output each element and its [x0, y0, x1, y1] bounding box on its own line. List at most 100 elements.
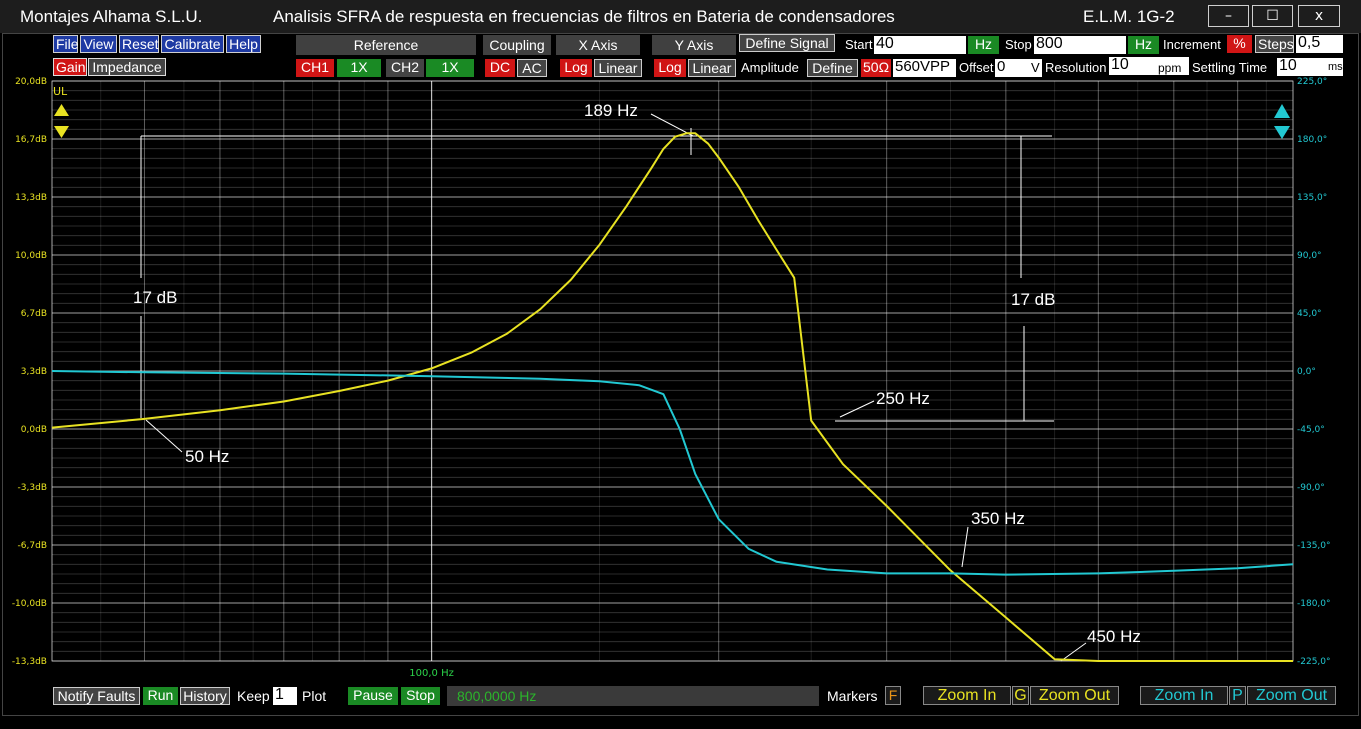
resolution-unit: ppm: [1158, 61, 1182, 75]
define-signal-button[interactable]: Define Signal: [739, 34, 835, 52]
ac-coupling-button[interactable]: AC: [517, 59, 547, 77]
dc-coupling-button[interactable]: DC: [485, 59, 515, 77]
ch1-button[interactable]: CH1: [296, 59, 334, 77]
ch2-multiplier[interactable]: 1X: [426, 59, 474, 77]
phase-tick-label: -90,0°: [1297, 483, 1325, 493]
increment-label: Increment: [1163, 37, 1221, 52]
gain-tick-label: -10,0dB: [12, 599, 47, 609]
phase-zoom-out-button[interactable]: Zoom Out: [1247, 686, 1336, 705]
notify-faults-button[interactable]: Notify Faults: [53, 687, 140, 705]
window-title: Analisis SFRA de respuesta en frecuencia…: [273, 7, 895, 26]
markers-label: Markers: [827, 688, 878, 704]
x-log-button[interactable]: Log: [560, 59, 592, 77]
ul-label: UL: [53, 85, 68, 98]
gain-zoom-out-button[interactable]: Zoom Out: [1030, 686, 1119, 705]
f350-leader: [961, 526, 969, 568]
x-linear-button[interactable]: Linear: [594, 59, 642, 77]
annotation-db-right: 17 dB: [1011, 290, 1055, 309]
phase-tick-label: -180,0°: [1297, 599, 1331, 609]
y-axis-label: Y Axis: [652, 35, 736, 55]
y-linear-button[interactable]: Linear: [688, 59, 736, 77]
reset-button[interactable]: Reset: [119, 35, 159, 53]
gain-marker-down-icon: [54, 126, 69, 138]
view-menu[interactable]: View: [80, 35, 117, 53]
settling-time-label: Settling Time: [1192, 60, 1268, 75]
file-menu[interactable]: File: [53, 35, 79, 53]
gain-curve: [51, 132, 1293, 662]
phase-axis-toggle[interactable]: P: [1229, 686, 1246, 705]
ch1-multiplier[interactable]: 1X: [337, 59, 381, 77]
phase-marker-up-icon: [1274, 104, 1290, 118]
amplitude-input[interactable]: 560VPP: [893, 59, 956, 77]
pause-button[interactable]: Pause: [348, 687, 398, 705]
f250-leader: [839, 400, 875, 418]
stop-unit[interactable]: Hz: [1128, 36, 1159, 54]
increment-unit-button[interactable]: %: [1227, 35, 1252, 53]
coupling-label: Coupling: [483, 35, 551, 55]
amplitude-label: Amplitude: [741, 60, 799, 75]
gain-button[interactable]: Gain: [53, 58, 87, 76]
offset-unit: V: [1031, 60, 1040, 75]
gain-tick-label: 0,0dB: [21, 425, 47, 435]
company-name: Montajes Alhama S.L.U.: [20, 7, 203, 26]
impedance-50-ohm-button[interactable]: 50Ω: [861, 59, 891, 77]
plot-label: Plot: [302, 688, 327, 704]
start-input[interactable]: 40: [874, 36, 966, 54]
gain-tick-label: 20,0dB: [15, 77, 47, 87]
gain-tick-label: 10,0dB: [15, 251, 47, 261]
gain-tick-label: 6,7dB: [21, 309, 47, 319]
f50-leader: [145, 419, 183, 453]
steps-input[interactable]: 0,5: [1296, 35, 1343, 53]
close-button[interactable]: x: [1298, 5, 1340, 27]
offset-label: Offset: [959, 60, 994, 75]
start-unit[interactable]: Hz: [968, 36, 999, 54]
gain-axis-toggle[interactable]: G: [1012, 686, 1029, 705]
resolution-label: Resolution: [1045, 60, 1107, 75]
phase-marker-down-icon: [1274, 126, 1290, 139]
stop-button[interactable]: Stop: [401, 687, 440, 705]
define-amplitude-button[interactable]: Define: [807, 59, 858, 77]
gain-tick-label: 16,7dB: [15, 135, 47, 145]
phase-zoom-in-button[interactable]: Zoom In: [1140, 686, 1228, 705]
markers-toggle[interactable]: F: [885, 686, 901, 705]
phase-tick-label: 90,0°: [1297, 251, 1322, 261]
phase-tick-label: 135,0°: [1297, 193, 1327, 203]
ch2-button[interactable]: CH2: [386, 59, 424, 77]
keep-label: Keep: [237, 688, 270, 704]
maximize-button[interactable]: ☐: [1252, 5, 1293, 27]
history-button[interactable]: History: [180, 687, 230, 705]
phase-curve: [51, 370, 1294, 576]
annotation-250hz: 250 Hz: [876, 389, 930, 408]
gain-tick-label: -3,3dB: [18, 483, 47, 493]
phase-tick-label: -45,0°: [1297, 425, 1325, 435]
gain-zoom-in-button[interactable]: Zoom In: [923, 686, 1011, 705]
stop-input[interactable]: 800: [1034, 36, 1126, 54]
stop-label: Stop: [1005, 37, 1032, 52]
start-label: Start: [845, 37, 873, 52]
x-axis-label: X Axis: [556, 35, 640, 55]
f450-leader: [1060, 642, 1087, 662]
calibrate-button[interactable]: Calibrate: [161, 35, 224, 53]
title-bar: Montajes Alhama S.L.U. Analisis SFRA de …: [0, 0, 1361, 33]
help-menu[interactable]: Help: [226, 35, 261, 53]
run-button[interactable]: Run: [143, 687, 178, 705]
marker-arrows: UL: [53, 85, 1290, 139]
curves: [51, 132, 1294, 662]
keep-input[interactable]: 1: [273, 687, 297, 705]
sfra-plot[interactable]: 100,0 Hz 20,0dB 16,7dB 13,3dB 10,0dB 6,7dB 3,…: [0, 76, 1361, 684]
reference-label: Reference: [296, 35, 476, 55]
gain-tick-label: -13,3dB: [12, 657, 47, 667]
minimize-button[interactable]: –: [1208, 5, 1249, 27]
impedance-button[interactable]: Impedance: [88, 58, 166, 76]
phase-tick-label: -225,0°: [1297, 657, 1331, 667]
steps-button[interactable]: Steps: [1255, 35, 1294, 53]
annotation-peak: 189 Hz: [584, 101, 638, 120]
settling-time-unit: ms: [1328, 61, 1343, 73]
y-log-button[interactable]: Log: [654, 59, 686, 77]
annotation-450hz: 450 Hz: [1087, 627, 1141, 646]
gain-tick-label: 13,3dB: [15, 193, 47, 203]
phase-tick-label: 45,0°: [1297, 309, 1322, 319]
phase-tick-label: 0,0°: [1297, 367, 1316, 377]
x-tick-label: 100,0 Hz: [409, 668, 454, 679]
frequency-readout: 800,0000 Hz: [447, 686, 819, 706]
